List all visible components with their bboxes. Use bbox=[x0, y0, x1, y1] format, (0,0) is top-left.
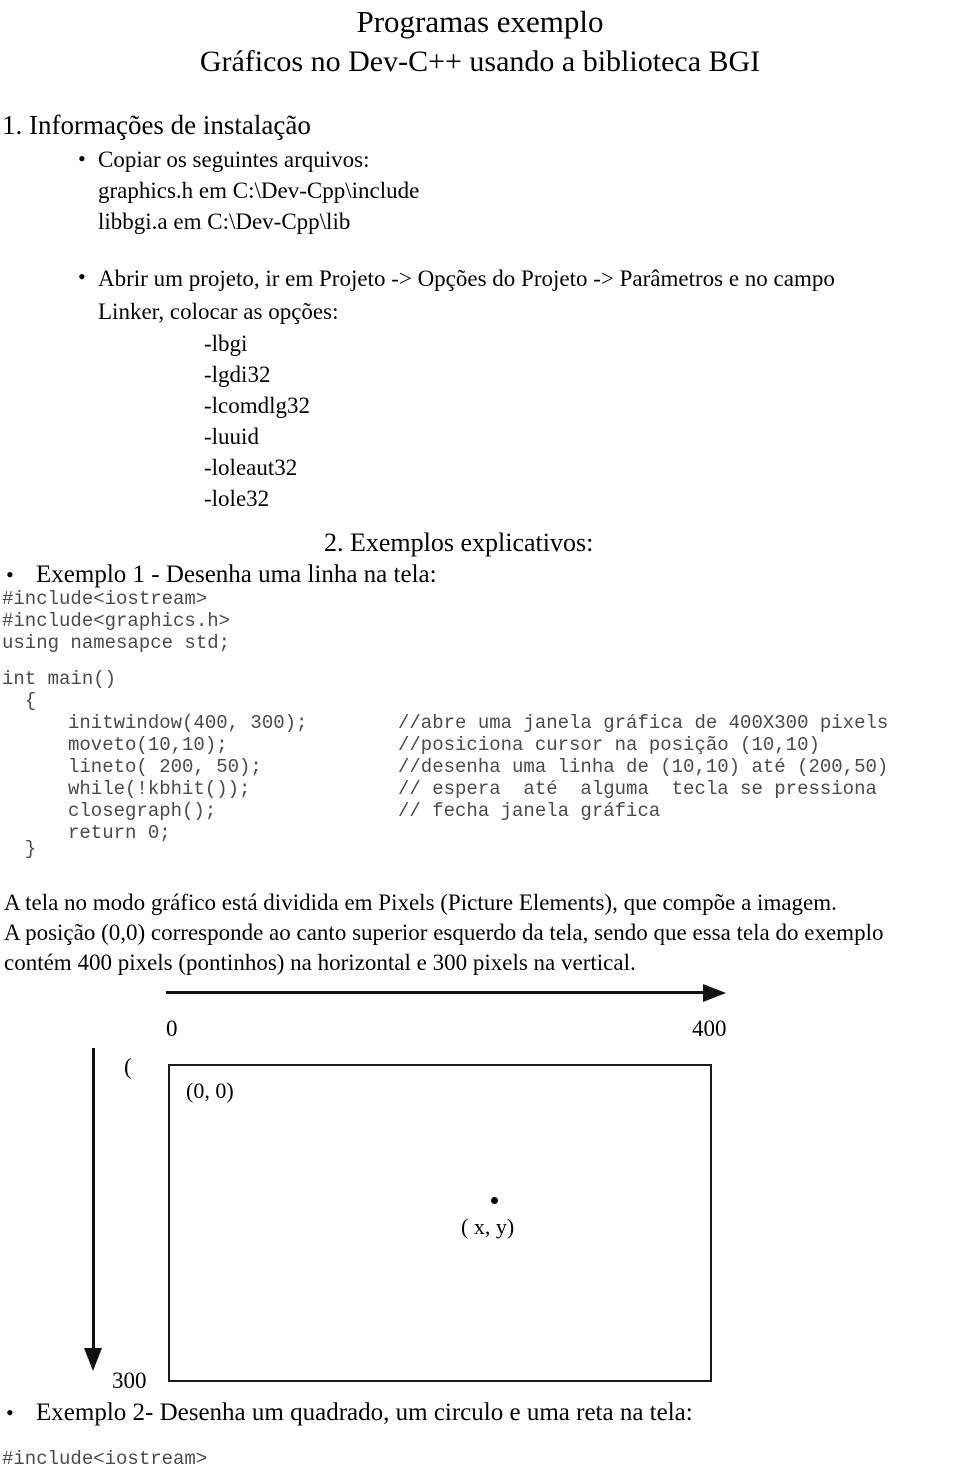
bullet-marker-icon: • bbox=[78, 264, 86, 289]
paragraph-line-3: contém 400 pixels (pontinhos) na horizon… bbox=[4, 950, 636, 975]
x-axis-end-label: 400 bbox=[692, 1016, 727, 1041]
copiar-line-2: graphics.h em C:\Dev-Cpp\include bbox=[98, 178, 420, 203]
code-comment: //abre uma janela gráfica de 400X300 pix… bbox=[398, 712, 889, 734]
paragraph-line-2: A posição (0,0) corresponde ao canto sup… bbox=[4, 920, 884, 945]
code-line: lineto( 200, 50); //desenha uma linha de … bbox=[68, 756, 888, 778]
bullet-abrir-projeto: • Abrir um projeto, ir em Projeto -> Opç… bbox=[78, 262, 835, 514]
sample-point-dot bbox=[491, 1197, 498, 1204]
code-comment: //desenha uma linha de (10,10) até (200,… bbox=[398, 756, 889, 778]
sample-point-label: ( x, y) bbox=[461, 1214, 515, 1239]
bullet-abrir-text: Abrir um projeto, ir em Projeto -> Opçõe… bbox=[98, 262, 835, 514]
bullet-exemplo-1: • Exemplo 1 - Desenha uma linha na tela: bbox=[6, 560, 437, 590]
linker-option: -lcomdlg32 bbox=[204, 393, 311, 418]
paragraph-line-1: A tela no modo gráfico está dividida em … bbox=[4, 890, 837, 915]
x-axis-line bbox=[166, 991, 711, 994]
code-statement: lineto( 200, 50); bbox=[68, 756, 262, 778]
exemplo-1-code-close: } bbox=[2, 838, 37, 860]
linker-options-list: -lbgi -lgdi32 -lcomdlg32 -luuid -loleaut32 -l… bbox=[204, 328, 835, 514]
exemplo-1-code-main-open: int main() { bbox=[2, 668, 117, 712]
document-page: Programas exemplo Gráficos no Dev-C++ us… bbox=[0, 0, 960, 1472]
code-comment: // fecha janela gráfica bbox=[398, 800, 661, 822]
x-axis-arrow-icon bbox=[703, 984, 726, 1002]
exemplo-1-code-header: #include<iostream> #include<graphics.h> … bbox=[2, 588, 231, 654]
y-axis-end-label: 300 bbox=[112, 1368, 147, 1393]
copiar-line-3: libbgi.a em C:\Dev-Cpp\lib bbox=[98, 209, 351, 234]
code-line: moveto(10,10); //posiciona cursor na posi… bbox=[68, 734, 888, 756]
abrir-line-2: Linker, colocar as opções: bbox=[98, 299, 339, 324]
x-axis-start-label: 0 bbox=[166, 1016, 178, 1041]
code-statement: moveto(10,10); bbox=[68, 734, 228, 756]
exemplo-2-label: Exemplo 2- Desenha um quadrado, um circu… bbox=[36, 1399, 693, 1426]
bullet-marker-icon: • bbox=[6, 562, 14, 587]
code-comment: // espera até alguma tecla se pressiona bbox=[398, 778, 877, 800]
code-line: return 0; bbox=[68, 822, 888, 844]
linker-option: -lbgi bbox=[204, 331, 248, 356]
bullet-exemplo-2: • Exemplo 2- Desenha um quadrado, um cir… bbox=[6, 1398, 693, 1428]
section-2-heading: 2. Exemplos explicativos: bbox=[324, 528, 594, 557]
copiar-line-1: Copiar os seguintes arquivos: bbox=[98, 147, 370, 172]
code-comment: //posiciona cursor na posição (10,10) bbox=[398, 734, 820, 756]
pixels-explanation-paragraph: A tela no modo gráfico está dividida em … bbox=[4, 888, 956, 978]
bullet-marker-icon: • bbox=[78, 146, 86, 171]
bullet-marker-icon: • bbox=[6, 1400, 14, 1425]
linker-option: -luuid bbox=[204, 424, 259, 449]
code-statement: closegraph(); bbox=[68, 800, 217, 822]
bullet-copiar-text: Copiar os seguintes arquivos: graphics.h… bbox=[98, 144, 419, 237]
code-statement: return 0; bbox=[68, 822, 171, 844]
code-line: while(!kbhit()); // espera até alguma tec… bbox=[68, 778, 888, 800]
code-statement: initwindow(400, 300); bbox=[68, 712, 308, 734]
linker-option: -loleaut32 bbox=[204, 455, 298, 480]
code-line: initwindow(400, 300); //abre uma janela g… bbox=[68, 712, 888, 734]
y-axis-line bbox=[92, 1048, 95, 1353]
y-axis-start-label: ( bbox=[124, 1054, 132, 1079]
linker-option: -lgdi32 bbox=[204, 362, 271, 387]
abrir-line-1: Abrir um projeto, ir em Projeto -> Opçõe… bbox=[98, 266, 835, 291]
exemplo-1-label: Exemplo 1 - Desenha uma linha na tela: bbox=[36, 561, 437, 588]
document-title-line-2: Gráficos no Dev-C++ usando a biblioteca … bbox=[199, 45, 761, 78]
section-1-heading: 1. Informações de instalação bbox=[2, 110, 311, 140]
bullet-copiar-arquivos: • Copiar os seguintes arquivos: graphics… bbox=[78, 144, 419, 237]
code-line: closegraph(); // fecha janela gráfica bbox=[68, 800, 888, 822]
origin-coordinate-label: (0, 0) bbox=[186, 1078, 234, 1103]
y-axis-arrow-icon bbox=[84, 1348, 102, 1371]
linker-option: -lole32 bbox=[204, 486, 270, 511]
exemplo-1-code-body: initwindow(400, 300); //abre uma janela g… bbox=[68, 712, 888, 844]
code-statement: while(!kbhit()); bbox=[68, 778, 251, 800]
screen-rectangle bbox=[168, 1064, 712, 1382]
exemplo-2-code-header: #include<iostream> bbox=[2, 1448, 208, 1470]
document-title-line-1: Programas exemplo bbox=[356, 4, 604, 39]
